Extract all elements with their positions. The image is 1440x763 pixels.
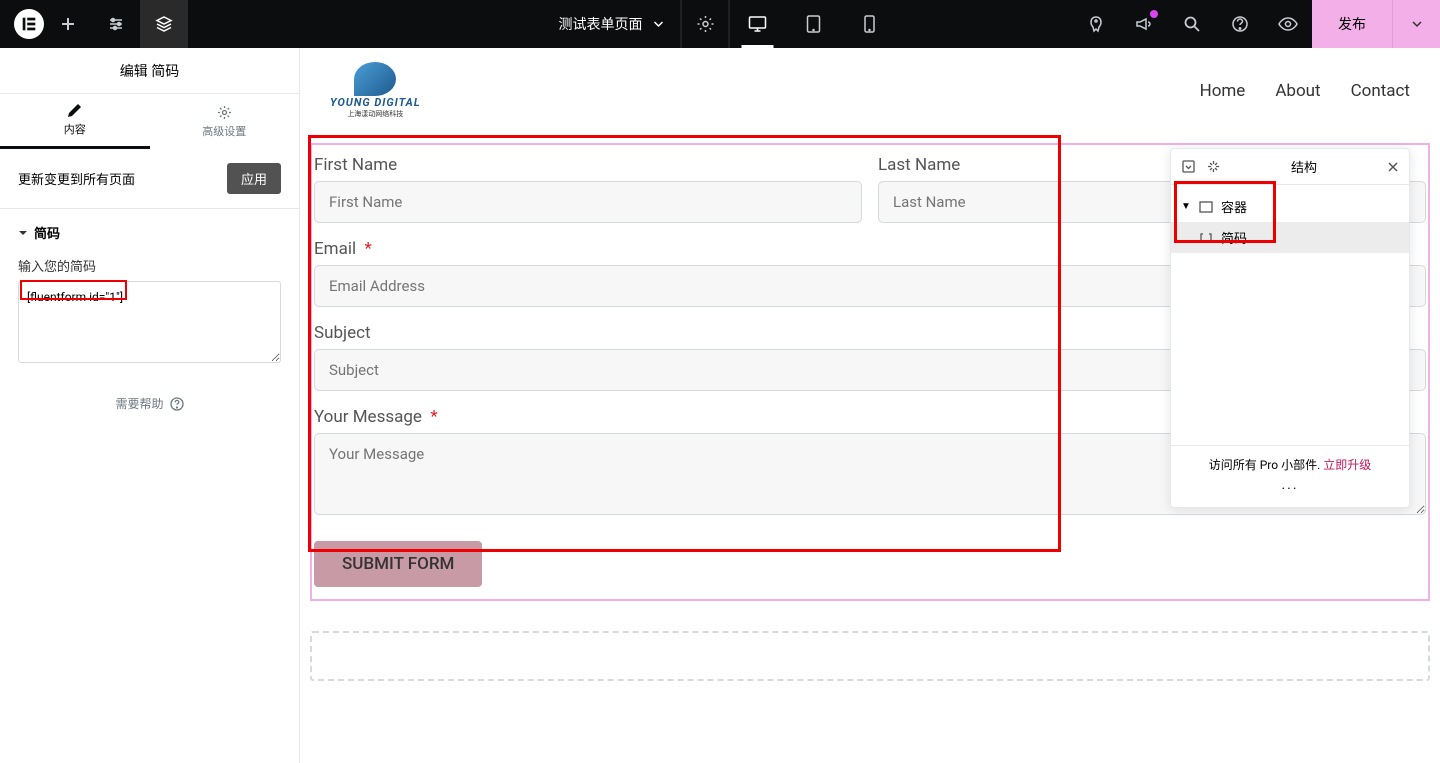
- sparkle-icon[interactable]: [1206, 159, 1221, 174]
- structure-panel: 结构 ▼ 容器 简码 访问所有 Pro 小部件. 立即升级 .: [1170, 148, 1410, 508]
- layers-icon[interactable]: [140, 0, 188, 48]
- container-icon: [1199, 201, 1213, 213]
- nav-about[interactable]: About: [1275, 81, 1320, 101]
- tab-advanced-label: 高级设置: [202, 123, 246, 139]
- tablet-icon[interactable]: [786, 0, 842, 48]
- topbar-center: 测试表单页面: [543, 0, 898, 48]
- shortcode-icon: [1199, 232, 1213, 244]
- structure-footer-text: 访问所有 Pro 小部件.: [1209, 458, 1320, 472]
- topbar: 测试表单页面: [0, 0, 1440, 48]
- first-name-field: First Name: [314, 155, 862, 223]
- nav-contact[interactable]: Contact: [1351, 81, 1410, 101]
- search-icon[interactable]: [1168, 0, 1216, 48]
- structure-tree: ▼ 容器 简码: [1171, 185, 1409, 445]
- page-title-text: 测试表单页面: [559, 14, 643, 34]
- help-text: 需要帮助: [115, 395, 163, 412]
- shortcode-textarea[interactable]: [fluentform id="1"]: [18, 281, 281, 363]
- page-settings-icon[interactable]: [681, 0, 729, 48]
- apply-button[interactable]: 应用: [227, 163, 281, 194]
- sidebar: 编辑 简码 内容 高级设置 更新变更到所有页面 应用 简码 输入您的简码 [fl…: [0, 48, 300, 763]
- logo-image: [354, 62, 396, 96]
- apply-text: 更新变更到所有页面: [18, 169, 135, 188]
- sidebar-title: 编辑 简码: [0, 48, 299, 94]
- canvas: YOUNG DIGITAL 上海漾动网络科技 Home About Contac…: [300, 48, 1440, 763]
- apply-row: 更新变更到所有页面 应用: [0, 149, 299, 209]
- main-nav: Home About Contact: [1200, 81, 1410, 101]
- tree-container-label: 容器: [1221, 197, 1247, 216]
- tree-shortcode-label: 简码: [1221, 228, 1247, 247]
- preview-icon[interactable]: [1264, 0, 1312, 48]
- topbar-left: [0, 0, 188, 48]
- main: 编辑 简码 内容 高级设置 更新变更到所有页面 应用 简码 输入您的简码 [fl…: [0, 48, 1440, 763]
- submit-button[interactable]: SUBMIT FORM: [314, 541, 482, 587]
- structure-header: 结构: [1171, 149, 1409, 185]
- upgrade-link[interactable]: 立即升级: [1323, 458, 1371, 472]
- page-title-dropdown[interactable]: 测试表单页面: [543, 0, 681, 48]
- publish-dropdown[interactable]: [1392, 0, 1440, 48]
- elementor-logo[interactable]: [14, 9, 44, 39]
- tree-shortcode-item[interactable]: 简码: [1171, 222, 1409, 253]
- add-icon[interactable]: [44, 0, 92, 48]
- publish-label: 发布: [1338, 14, 1366, 34]
- structure-footer: 访问所有 Pro 小部件. 立即升级 ...: [1171, 445, 1409, 507]
- collapse-icon[interactable]: [1181, 159, 1196, 174]
- tree-container-item[interactable]: ▼ 容器: [1171, 191, 1409, 222]
- structure-title: 结构: [1221, 157, 1387, 176]
- close-icon[interactable]: [1387, 161, 1399, 173]
- sidebar-tabs: 内容 高级设置: [0, 94, 299, 149]
- structure-header-icons: [1181, 159, 1221, 174]
- help-link[interactable]: 需要帮助: [0, 367, 299, 440]
- logo-text: YOUNG DIGITAL: [330, 96, 421, 109]
- rocket-icon[interactable]: [1072, 0, 1120, 48]
- tab-advanced[interactable]: 高级设置: [150, 94, 300, 149]
- add-section-dropzone[interactable]: [310, 631, 1430, 681]
- help-circle-icon: [170, 397, 184, 411]
- responsive-group: [729, 0, 898, 48]
- caret-down-icon: [18, 228, 28, 238]
- first-name-label: First Name: [314, 155, 862, 175]
- tab-content-label: 内容: [64, 121, 86, 137]
- desktop-icon[interactable]: [730, 0, 786, 48]
- help-icon[interactable]: [1216, 0, 1264, 48]
- structure-more[interactable]: ...: [1179, 477, 1401, 493]
- section-shortcode[interactable]: 简码: [0, 209, 299, 256]
- first-name-input[interactable]: [314, 181, 862, 223]
- logo-subtitle: 上海漾动网络科技: [347, 109, 403, 119]
- notification-dot: [1150, 10, 1158, 18]
- tab-content[interactable]: 内容: [0, 94, 150, 149]
- megaphone-icon[interactable]: [1120, 0, 1168, 48]
- shortcode-field-label: 输入您的简码: [0, 256, 299, 281]
- site-header: YOUNG DIGITAL 上海漾动网络科技 Home About Contac…: [300, 48, 1440, 133]
- chevron-down-icon: [653, 18, 665, 30]
- site-logo[interactable]: YOUNG DIGITAL 上海漾动网络科技: [330, 62, 421, 119]
- topbar-right: 发布: [1072, 0, 1440, 48]
- settings-sliders-icon[interactable]: [92, 0, 140, 48]
- section-label: 简码: [34, 223, 60, 242]
- mobile-icon[interactable]: [842, 0, 898, 48]
- nav-home[interactable]: Home: [1200, 81, 1246, 101]
- publish-button[interactable]: 发布: [1312, 0, 1392, 48]
